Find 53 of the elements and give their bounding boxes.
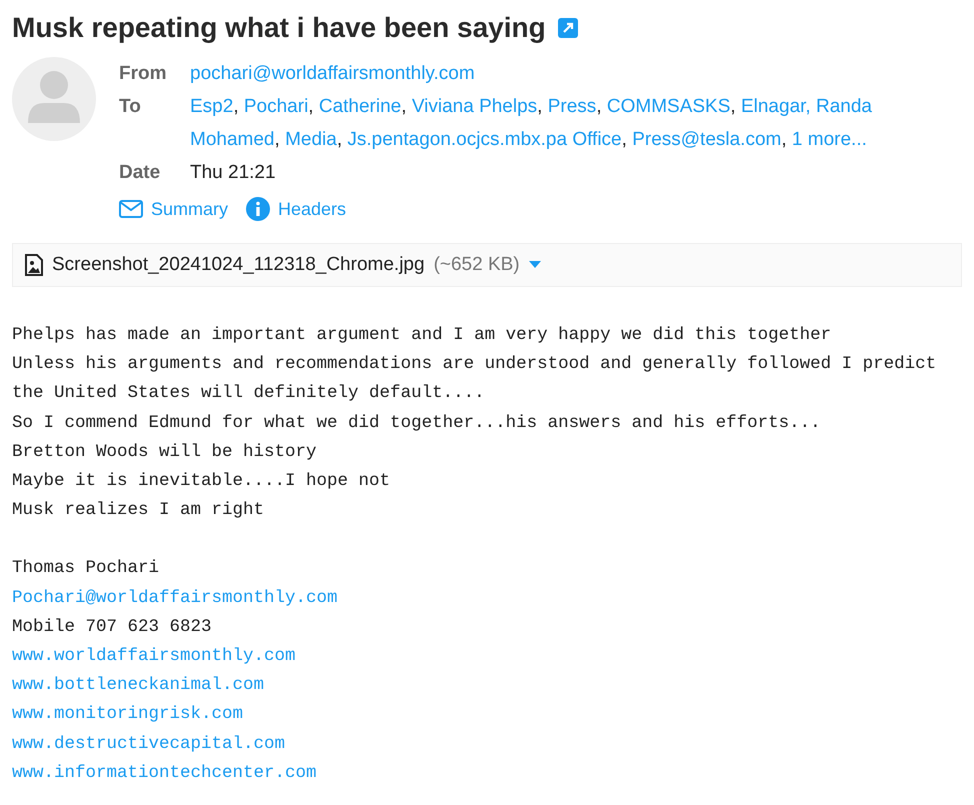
recipient-link[interactable]: Js.pentagon.ocjcs.mbx.pa Office [347, 129, 622, 150]
recipient-link[interactable]: Elnagar, Randa [740, 96, 872, 117]
attachment-bar[interactable]: Screenshot_20241024_112318_Chrome.jpg (~652 KB) [12, 243, 962, 287]
message-text: Maybe it is inevitable....I hope not [12, 470, 392, 494]
message-text: Bretton Woods will be history [12, 440, 318, 464]
recipient-link[interactable]: Esp2 [190, 96, 234, 117]
recipient-link[interactable]: Press [548, 96, 596, 117]
separator: , [781, 129, 787, 150]
signature-link[interactable]: www.informationtechcenter.com [12, 762, 317, 783]
separator: , [274, 129, 280, 150]
date-label: Date [119, 161, 162, 185]
signature-text: Thomas Pochari [12, 557, 160, 580]
image-file-icon [25, 254, 43, 276]
attachment-size: (~652 KB) [434, 254, 520, 276]
envelope-icon [119, 200, 143, 218]
open-external-icon[interactable] [558, 18, 578, 38]
sender-link[interactable]: pochari@worldaffairsmonthly.com [190, 57, 950, 90]
email-subject: Musk repeating what i have been saying [12, 12, 546, 44]
signature-link[interactable]: www.monitoringrisk.com [12, 704, 244, 724]
separator: , [596, 96, 602, 117]
separator: , [537, 96, 542, 117]
header-view-link[interactable]: Headers [278, 198, 346, 220]
message-text: So I commend Edmund for what we did together...his answers and his efforts... [12, 412, 822, 435]
separator: , [233, 96, 239, 117]
recipient-link[interactable]: Catherine [318, 96, 402, 117]
recipient-link[interactable]: Press@tesla.com [632, 129, 782, 150]
recipient-link[interactable]: 1 more... [792, 129, 867, 150]
separator: , [401, 96, 407, 117]
date-value: Thu 21:21 [190, 161, 277, 185]
recipient-link[interactable]: Mohamed [190, 129, 274, 150]
recipient-link[interactable]: Media [285, 129, 337, 150]
info-icon [246, 197, 270, 221]
caret-icon[interactable] [528, 261, 541, 269]
message-text: Unless his arguments and recommendations are understood and generally followed I predict the United States will definitely default.... [12, 353, 938, 406]
separator: , [336, 129, 342, 150]
signature-link[interactable]: www.destructivecapital.com [12, 734, 286, 754]
attachment-name: Screenshot_20241024_112318_Chrome.jpg [52, 254, 425, 276]
separator: , [730, 96, 736, 117]
to-label: To [119, 95, 142, 119]
recipient-link[interactable]: Pochari [244, 96, 308, 117]
from-label: From [119, 62, 168, 86]
signature-link[interactable]: www.bottleneckanimal.com [12, 675, 264, 696]
message-text: Musk realizes I am right [12, 499, 266, 522]
header-view-link[interactable]: Summary [151, 198, 228, 220]
recipient-link[interactable]: COMMSASKS [606, 96, 730, 117]
avatar-icon [12, 57, 96, 141]
message-text: Phelps has made an important argument and I am very happy we did this together [12, 324, 832, 347]
signature-link[interactable]: www.worldaffairsmonthly.com [12, 646, 296, 666]
signature-text: Mobile 707 623 6823 [12, 616, 213, 639]
separator: , [308, 96, 314, 117]
separator: , [622, 129, 627, 150]
signature-link[interactable]: Pochari@worldaffairsmonthly.com [12, 588, 338, 608]
recipient-link[interactable]: Viviana Phelps [412, 96, 538, 117]
